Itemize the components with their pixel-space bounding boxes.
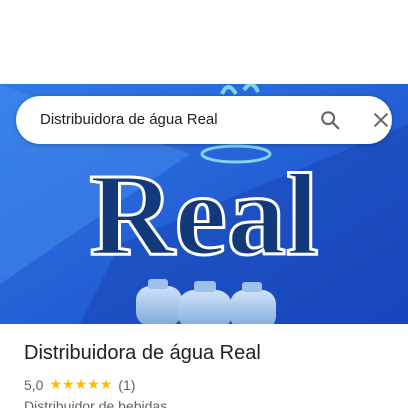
place-title: Distribuidora de água Real [24,342,261,364]
close-icon[interactable] [365,104,397,136]
star-icon: ★ [74,377,88,393]
star-icon: ★ [62,377,75,393]
review-count[interactable]: (1) [118,377,135,393]
logo-text: Real [89,149,318,280]
rating-value: 5,0 [24,377,44,393]
search-input[interactable]: Distribuidora de água Real [40,96,218,144]
star-icon: ★ [99,377,113,393]
map-top-area [0,0,408,84]
star-icon: ★ [87,377,100,393]
place-category[interactable]: Distribuidor de bebidas [24,398,167,408]
search-icon[interactable] [314,104,346,136]
rating-row[interactable]: 5,0 ★ ★ ★ ★ ★ (1) [24,376,135,394]
search-bar[interactable]: Distribuidora de água Real [16,96,392,144]
rating-stars: ★ ★ ★ ★ ★ [49,378,112,392]
star-icon: ★ [49,377,63,393]
place-info-panel: Distribuidora de água Real 5,0 ★ ★ ★ ★ ★… [0,324,408,408]
